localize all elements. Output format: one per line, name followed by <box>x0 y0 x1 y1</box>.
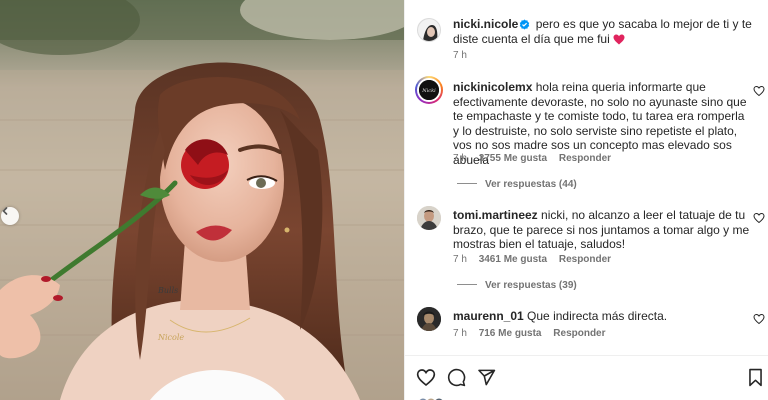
view-replies-button[interactable]: Ver respuestas (44) <box>457 179 577 190</box>
replies-divider <box>457 284 477 285</box>
carousel-prev-button[interactable] <box>1 207 19 225</box>
comment-avatar[interactable]: Nicki <box>415 76 443 104</box>
comment-icon[interactable] <box>447 368 466 387</box>
arm-tattoo: Bulls <box>158 286 179 295</box>
comment-meta: 7 h 716 Me gusta Responder <box>453 328 615 339</box>
send-icon[interactable] <box>477 368 496 387</box>
comments-panel: nicki.nicole pero es que yo sacaba lo me… <box>404 0 768 400</box>
liker-avatars <box>417 394 457 400</box>
comment-body: tomi.martineez nicki, no alcanzo a leer … <box>453 208 753 252</box>
heart-icon[interactable] <box>753 85 765 97</box>
necklace-pendant: Nicole <box>158 333 185 342</box>
red-heart-emoji-icon <box>613 34 625 44</box>
chevron-left-icon <box>2 207 8 215</box>
comment-time: 7 h <box>453 328 467 339</box>
post-action-bar <box>405 355 768 400</box>
comment-username[interactable]: nickinicolemx <box>453 80 532 94</box>
post-photo: Bulls Nicole <box>0 0 404 400</box>
svg-text:Nicki: Nicki <box>421 88 436 94</box>
comment-avatar[interactable] <box>417 206 441 230</box>
comments-list[interactable]: nicki.nicole pero es que yo sacaba lo me… <box>405 0 768 355</box>
heart-icon[interactable] <box>753 212 765 224</box>
reply-button[interactable]: Responder <box>559 153 611 164</box>
comment-likes[interactable]: 716 Me gusta <box>479 328 542 339</box>
author-avatar-image <box>418 19 440 41</box>
post-caption: nicki.nicole pero es que yo sacaba lo me… <box>453 17 753 46</box>
replies-divider <box>457 183 477 184</box>
comment-meta: 7 h 3461 Me gusta Responder <box>453 254 620 265</box>
comment-time: 7 h <box>453 153 467 164</box>
comment-text: Que indirecta más directa. <box>527 309 668 323</box>
author-username[interactable]: nicki.nicole <box>453 17 518 31</box>
comment-username[interactable]: tomi.martineez <box>453 208 538 222</box>
verified-badge-icon <box>520 19 530 30</box>
caption-time: 7 h <box>453 50 467 61</box>
avatar-image <box>417 307 441 331</box>
comment-likes[interactable]: 3755 Me gusta <box>479 153 547 164</box>
comment-avatar[interactable] <box>417 307 441 331</box>
comment-time: 7 h <box>453 254 467 265</box>
view-replies-label[interactable]: Ver respuestas (44) <box>485 179 577 190</box>
reply-button[interactable]: Responder <box>553 328 605 339</box>
comment-body: maurenn_01 Que indirecta más directa. <box>453 309 753 324</box>
avatar-logo-icon: Nicki <box>419 80 439 100</box>
heart-icon[interactable] <box>753 313 765 325</box>
view-replies-label[interactable]: Ver respuestas (39) <box>485 280 577 291</box>
reply-button[interactable]: Responder <box>559 254 611 265</box>
comment-likes[interactable]: 3461 Me gusta <box>479 254 547 265</box>
bookmark-icon[interactable] <box>747 368 764 387</box>
comment-meta: 7 h 3755 Me gusta Responder <box>453 153 620 164</box>
comment-username[interactable]: maurenn_01 <box>453 309 524 323</box>
view-replies-button[interactable]: Ver respuestas (39) <box>457 280 577 291</box>
avatar-image <box>417 206 441 230</box>
portrait-image <box>0 0 404 400</box>
like-heart-icon[interactable] <box>416 368 436 387</box>
author-avatar[interactable] <box>417 18 441 42</box>
